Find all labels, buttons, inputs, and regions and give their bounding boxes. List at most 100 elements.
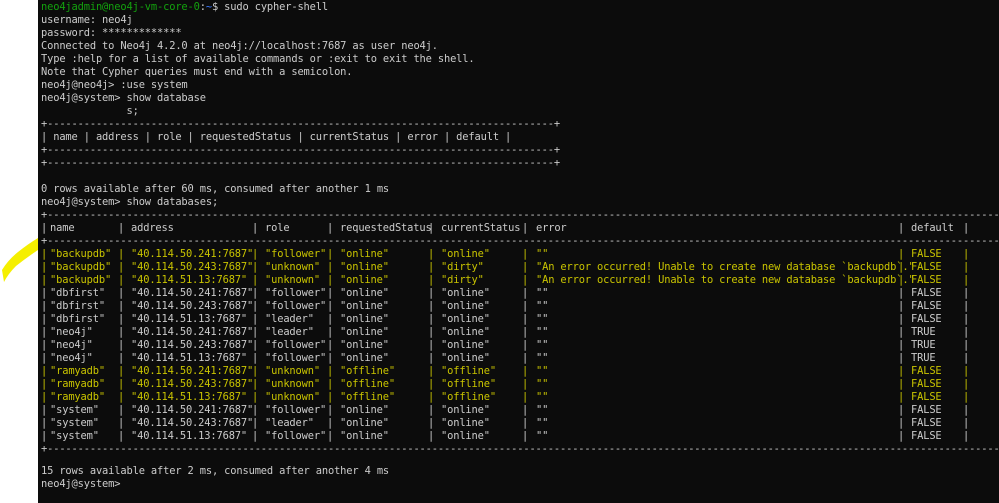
row-4-pipe: |: [327, 300, 334, 312]
row-4-pipe: |: [118, 300, 125, 312]
cell-error: "": [536, 287, 549, 299]
cell-name: "ramyadb": [50, 378, 105, 390]
row-14-pipe: |: [522, 430, 529, 442]
column-header-requestedstatus: requestedStatus: [340, 222, 432, 234]
cell-default: FALSE: [911, 287, 942, 299]
cell-default: FALSE: [911, 313, 942, 325]
cell-requested: "online": [340, 274, 389, 286]
row-12-pipe: |: [118, 404, 125, 416]
result-summary-1: 0 rows available after 60 ms, consumed a…: [41, 183, 390, 195]
cell-role: "follower": [265, 339, 327, 351]
row-12-pipe: |: [41, 404, 48, 416]
row-7-pipe: |: [522, 339, 529, 351]
row-0-pipe: |: [41, 248, 48, 260]
row-11-pipe: |: [327, 391, 334, 403]
cell-name: "system": [50, 430, 99, 442]
cell-default: FALSE: [911, 417, 942, 429]
cell-default: FALSE: [911, 300, 942, 312]
cell-address: "40.114.50.243:7687": [131, 378, 254, 390]
row-11-pipe: |: [898, 391, 905, 403]
cell-role: "follower": [265, 430, 327, 442]
cell-name: "backupdb": [50, 274, 112, 286]
cell-current: "online": [441, 417, 490, 429]
shell-prompt-line: neo4jadmin@neo4j-vm-core-0:~$ sudo cyphe…: [41, 1, 328, 14]
cell-address: "40.114.51.13:7687": [131, 430, 248, 442]
terminal-window[interactable]: neo4jadmin@neo4j-vm-core-0:~$ sudo cyphe…: [38, 0, 999, 503]
cell-default: FALSE: [911, 378, 942, 390]
row-2-pipe: |: [118, 274, 125, 286]
cell-current: "online": [441, 313, 490, 325]
username-line: username: neo4j: [41, 14, 133, 26]
password-line: password: *************: [41, 27, 182, 39]
row-1-pipe: |: [522, 261, 529, 273]
row-9-pipe: |: [522, 365, 529, 377]
row-0-pipe: |: [522, 248, 529, 260]
row-12-pipe: |: [963, 404, 970, 416]
cell-current: "online": [441, 352, 490, 364]
row-5-pipe: |: [327, 313, 334, 325]
row-13-pipe: |: [522, 417, 529, 429]
cell-current: "online": [441, 287, 490, 299]
row-9-pipe: |: [118, 365, 125, 377]
row-6-pipe: |: [428, 326, 435, 338]
highlighter-mark: [2, 238, 38, 282]
row-10-pipe: |: [118, 378, 125, 390]
cell-address: "40.114.50.243:7687": [131, 300, 254, 312]
cell-default: FALSE: [911, 391, 942, 403]
prompt-user: neo4jadmin@neo4j-vm-core-0: [41, 1, 200, 13]
cell-role: "unknown": [265, 365, 320, 377]
cell-current: "online": [441, 248, 490, 260]
row-11-pipe: |: [428, 391, 435, 403]
cell-requested: "online": [340, 430, 389, 442]
row-7-pipe: |: [428, 339, 435, 351]
row-2-pipe: |: [327, 274, 334, 286]
cell-default: FALSE: [911, 248, 942, 260]
cell-role: "follower": [265, 287, 327, 299]
cell-address: "40.114.51.13:7687": [131, 274, 248, 286]
cell-current: "online": [441, 430, 490, 442]
row-8-pipe: |: [428, 352, 435, 364]
row-14-pipe: |: [252, 430, 259, 442]
row-12-pipe: |: [327, 404, 334, 416]
cell-default: FALSE: [911, 430, 942, 442]
row-5-pipe: |: [118, 313, 125, 325]
table2-top-border: +---------------------------------------…: [41, 209, 999, 221]
cell-role: "follower": [265, 300, 327, 312]
column-header-currentstatus: currentStatus: [441, 222, 521, 234]
cell-name: "neo4j": [50, 339, 93, 351]
row-11-pipe: |: [118, 391, 125, 403]
column-header-default: default: [911, 222, 954, 234]
row-8-pipe: |: [963, 352, 970, 364]
cell-role: "follower": [265, 404, 327, 416]
cell-name: "dbfirst": [50, 300, 105, 312]
row-5-pipe: |: [252, 313, 259, 325]
cell-address: "40.114.50.241:7687": [131, 404, 254, 416]
cell-requested: "online": [340, 339, 389, 351]
shell-command: $ sudo cypher-shell: [211, 1, 328, 13]
cell-default: TRUE: [911, 352, 936, 364]
row-7-pipe: |: [898, 339, 905, 351]
cell-requested: "online": [340, 287, 389, 299]
table2-bottom-border: +---------------------------------------…: [41, 443, 999, 455]
row-14-pipe: |: [898, 430, 905, 442]
help-line: Type :help for a list of available comma…: [41, 53, 475, 65]
row-13-pipe: |: [327, 417, 334, 429]
row-0-pipe: |: [898, 248, 905, 260]
row-11-pipe: |: [252, 391, 259, 403]
row-6-pipe: |: [118, 326, 125, 338]
cell-default: TRUE: [911, 339, 936, 351]
row-8-pipe: |: [252, 352, 259, 364]
cell-address: "40.114.51.13:7687": [131, 313, 248, 325]
row-4-pipe: |: [522, 300, 529, 312]
cell-role: "leader": [265, 417, 314, 429]
row-12-pipe: |: [428, 404, 435, 416]
table1-mid-border: +---------------------------------------…: [41, 144, 560, 156]
final-prompt[interactable]: neo4j@system>: [41, 478, 121, 491]
cell-requested: "offline": [340, 378, 395, 390]
cell-requested: "online": [340, 326, 389, 338]
header-pipe: |: [118, 222, 125, 234]
row-12-pipe: |: [522, 404, 529, 416]
row-11-pipe: |: [522, 391, 529, 403]
cell-requested: "online": [340, 352, 389, 364]
column-header-name: name: [50, 222, 75, 234]
